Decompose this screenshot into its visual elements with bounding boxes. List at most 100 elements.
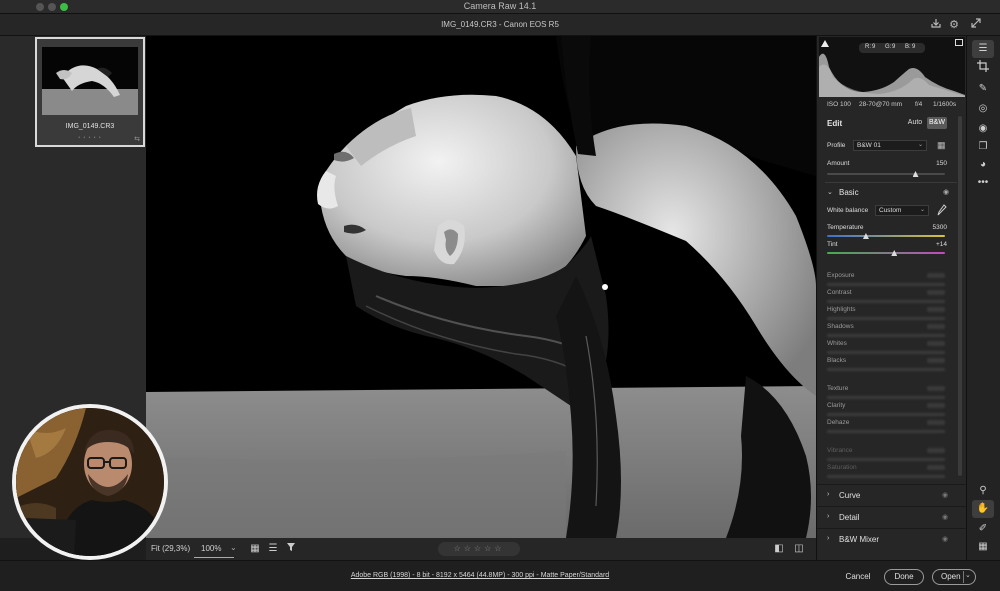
workflow-options-link[interactable]: Adobe RGB (1998) - 8 bit - 8192 x 5464 (… xyxy=(0,572,960,579)
exif-iso: ISO 100 xyxy=(827,101,851,108)
slider-track-whites[interactable] xyxy=(827,351,945,354)
hand-tool-icon[interactable]: ✋ xyxy=(972,500,994,518)
edit-title: Edit xyxy=(827,119,843,128)
eye-icon[interactable]: ◉ xyxy=(942,491,948,499)
zoom-fit-button[interactable]: Fit (29,3%) xyxy=(151,544,190,553)
slider-track-exposure[interactable] xyxy=(827,283,945,286)
profile-select[interactable]: B&W 01 ⌄ xyxy=(853,140,927,151)
slider-label-contrast: Contrast xyxy=(827,289,852,296)
slider-value-dehaze[interactable] xyxy=(927,420,945,425)
masking-icon[interactable]: ◎ xyxy=(972,100,994,118)
slider-value-shadows[interactable] xyxy=(927,324,945,329)
thumbnail-rating[interactable]: • • • • • xyxy=(37,135,143,141)
slider-label-exposure: Exposure xyxy=(827,272,855,279)
gear-icon[interactable]: ⚙ xyxy=(946,17,962,33)
basic-section-title[interactable]: Basic xyxy=(839,188,859,197)
temperature-slider-track[interactable] xyxy=(827,233,945,239)
amount-value[interactable]: 150 xyxy=(923,160,947,169)
shadow-clipping-icon[interactable] xyxy=(821,39,829,47)
slider-value-contrast[interactable] xyxy=(927,290,945,295)
panel-scrollbar[interactable] xyxy=(958,116,962,476)
done-button[interactable]: Done xyxy=(884,569,924,585)
slider-track-clarity[interactable] xyxy=(827,413,945,416)
section-b-w-mixer[interactable]: › B&W Mixer ◉ xyxy=(817,528,966,550)
chevron-right-icon: › xyxy=(827,535,830,542)
bw-button[interactable]: B&W xyxy=(927,117,947,129)
slider-track-highlights[interactable] xyxy=(827,317,945,320)
snapshots-icon[interactable]: ❐ xyxy=(972,138,994,156)
amount-slider-thumb[interactable] xyxy=(912,171,919,177)
compare-view-icon[interactable]: ◫ xyxy=(792,542,806,556)
slider-value-whites[interactable] xyxy=(927,341,945,346)
eye-icon[interactable]: ◉ xyxy=(942,513,948,521)
cancel-button[interactable]: Cancel xyxy=(840,569,876,585)
auto-button[interactable]: Auto xyxy=(905,117,925,129)
chevron-down-icon[interactable]: ⌄ xyxy=(230,543,237,552)
slider-track-blacks[interactable] xyxy=(827,368,945,371)
eyedropper-icon[interactable] xyxy=(937,204,947,216)
fullscreen-icon[interactable] xyxy=(968,17,984,33)
file-title: IMG_0149.CR3 - Canon EOS R5 xyxy=(441,20,559,29)
healing-brush-icon[interactable]: ✎ xyxy=(972,80,994,98)
slider-label-vibrance: Vibrance xyxy=(827,447,853,454)
slider-value-vibrance[interactable] xyxy=(927,448,945,453)
slider-value-blacks[interactable] xyxy=(927,358,945,363)
slider-value-clarity[interactable] xyxy=(927,403,945,408)
eye-icon[interactable]: ◉ xyxy=(942,535,948,543)
highlight-clipping-icon[interactable] xyxy=(955,39,963,46)
presets-icon[interactable]: ◕ xyxy=(972,156,994,174)
white-balance-select[interactable]: Custom ⌄ xyxy=(875,205,929,216)
edit-panel: R: 9 G: 9 B: 9 ISO 100 28-70@70 mm f/4 1… xyxy=(816,36,966,560)
rgb-readout: R: 9 G: 9 B: 9 xyxy=(859,43,925,53)
zoom-tool-icon[interactable]: ⚲ xyxy=(972,482,994,500)
slider-track-contrast[interactable] xyxy=(827,300,945,303)
section-detail[interactable]: › Detail ◉ xyxy=(817,506,966,528)
slider-value-exposure[interactable] xyxy=(927,273,945,278)
filter-icon[interactable] xyxy=(284,542,298,556)
slider-label-clarity: Clarity xyxy=(827,402,846,409)
slider-label-saturation: Saturation xyxy=(827,464,857,471)
tint-value[interactable]: +14 xyxy=(923,241,947,250)
filmstrip-item[interactable]: IMG_0149.CR3 • • • • • ⇆ xyxy=(35,37,145,147)
temperature-slider-thumb[interactable] xyxy=(862,233,869,239)
filmstrip-toggle-icon[interactable]: ▦ xyxy=(248,542,262,556)
slider-track-dehaze[interactable] xyxy=(827,430,945,433)
save-icon[interactable] xyxy=(928,17,944,33)
slider-value-texture[interactable] xyxy=(927,386,945,391)
amount-slider-track[interactable] xyxy=(827,171,945,177)
presenter-video xyxy=(16,408,164,556)
slider-value-saturation[interactable] xyxy=(927,465,945,470)
bottom-toolbar: Fit (29,3%) 100% ⌄ ▦ ☰ ☆☆☆☆☆ ◧ ◫ xyxy=(146,538,816,560)
eye-icon[interactable]: ◉ xyxy=(943,188,949,196)
webcam-overlay xyxy=(12,404,168,560)
image-canvas[interactable] xyxy=(146,36,816,538)
exif-shutter: 1/1600s xyxy=(933,101,957,108)
slider-value-highlights[interactable] xyxy=(927,307,945,312)
section-curve[interactable]: › Curve ◉ xyxy=(817,484,966,506)
red-eye-icon[interactable]: ◉ xyxy=(972,120,994,138)
slider-track-texture[interactable] xyxy=(827,396,945,399)
temperature-value[interactable]: 5300 xyxy=(923,224,947,233)
rating-stars[interactable]: ☆☆☆☆☆ xyxy=(438,542,520,556)
zoom-level-select[interactable]: 100% xyxy=(201,544,221,553)
exif-lens: 28-70@70 mm xyxy=(859,101,903,108)
before-after-icon[interactable]: ◧ xyxy=(772,542,786,556)
slider-label-blacks: Blacks xyxy=(827,357,847,364)
grid-overlay-icon[interactable]: ▦ xyxy=(972,538,994,556)
edited-badge-icon: ⇆ xyxy=(134,136,140,143)
crop-icon[interactable] xyxy=(972,60,994,78)
chevron-down-icon[interactable]: ⌄ xyxy=(827,188,833,196)
section-title: Detail xyxy=(839,513,860,522)
sort-icon[interactable]: ☰ xyxy=(266,542,280,556)
slider-track-shadows[interactable] xyxy=(827,334,945,337)
edit-tool-icon[interactable]: ☰ xyxy=(972,40,994,58)
tint-slider-track[interactable] xyxy=(827,250,945,256)
slider-track-vibrance[interactable] xyxy=(827,458,945,461)
more-options-icon[interactable]: ••• xyxy=(972,174,994,192)
profile-browser-icon[interactable]: ▦ xyxy=(937,140,947,150)
chevron-down-icon[interactable]: ⌄ xyxy=(965,571,971,579)
color-sampler-icon[interactable]: ✐ xyxy=(972,520,994,538)
preview-image xyxy=(146,36,816,538)
slider-track-saturation[interactable] xyxy=(827,475,945,478)
tint-slider-thumb[interactable] xyxy=(891,250,898,256)
